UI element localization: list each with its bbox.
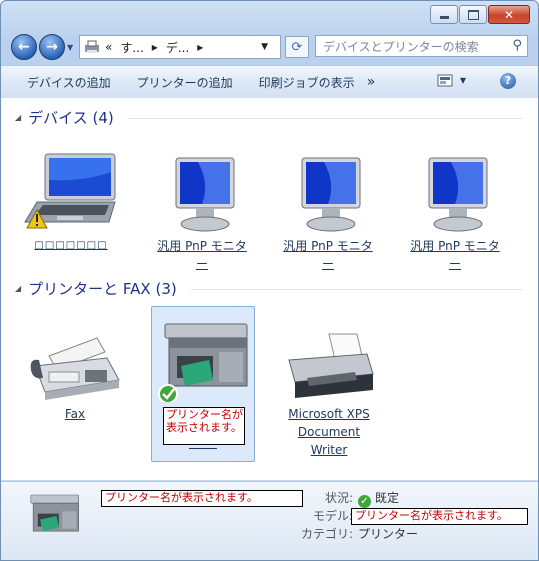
minimize-icon [439, 16, 449, 19]
printer-label-line3: Writer [310, 443, 348, 457]
device-label-line2: ー [448, 257, 461, 271]
multifunction-printer-icon [158, 323, 248, 404]
recent-pages-dropdown[interactable]: ▼ [67, 43, 73, 52]
details-pane: プリンター名が表示されます。 状況: ✓ 既定 モデル: プリンター名が表示されま… [1, 481, 538, 560]
printer-label: Microsoft XPS Document Writer [279, 405, 379, 459]
help-icon: ? [504, 74, 512, 87]
command-bar: デバイスの追加 プリンターの追加 印刷ジョブの表示 » ▾ ? [1, 65, 538, 99]
breadcrumb-part-1[interactable]: す... [120, 39, 143, 56]
device-item-monitor-3[interactable]: 汎用 PnP モニター [405, 156, 505, 273]
label-underline [189, 448, 217, 449]
devices-and-printers-window: ✕ ← → ▼ « す... ▸ デ... ▸ ▼ ⟳ デバイスとプリンターの検… [0, 0, 539, 561]
monitor-icon [428, 157, 488, 232]
collapse-triangle-icon[interactable]: ◢ [15, 284, 21, 293]
minimize-button[interactable] [430, 5, 458, 24]
printer-item-fax[interactable]: Fax [25, 330, 125, 423]
close-icon: ✕ [503, 7, 515, 22]
printer-name-placeholder: プリンター名が 表示されます。 [163, 407, 245, 445]
device-item-monitor-2[interactable]: 汎用 PnP モニター [278, 156, 378, 273]
device-item-monitor-1[interactable]: 汎用 PnP モニター [152, 156, 252, 273]
forward-button[interactable]: → [39, 34, 65, 60]
maximize-icon [467, 9, 479, 20]
device-label-line1: 汎用 PnP モニタ [283, 239, 373, 253]
view-dropdown-icon[interactable]: ▾ [460, 73, 466, 87]
fax-icon [30, 337, 120, 400]
device-label: 汎用 PnP モニター [405, 237, 505, 273]
add-printer-button[interactable]: プリンターの追加 [123, 74, 245, 91]
change-view-button[interactable] [437, 74, 453, 91]
address-bar[interactable]: « す... ▸ デ... ▸ ▼ [79, 35, 281, 59]
printer-label-line1: プリンター名が [166, 408, 243, 421]
status-label: 状況: [324, 491, 353, 505]
items-view: ◢ デバイス (4) □□□□□□□ 汎用 PnP モニタ ー 汎用 PnP モ… [1, 98, 538, 480]
model-value: プリンター名が表示されます。 [351, 508, 528, 525]
refresh-icon: ⟳ [291, 39, 303, 55]
printer-item-xps[interactable]: Microsoft XPS Document Writer [279, 330, 379, 459]
device-label-line2: ー [321, 257, 334, 271]
printer-label-line1: Microsoft XPS [288, 407, 370, 421]
search-placeholder: デバイスとプリンターの検索 [323, 39, 479, 54]
device-label: 汎用 PnP モニター [278, 237, 378, 273]
view-icon [437, 74, 453, 87]
status-value: ✓ 既定 [358, 489, 399, 508]
check-icon: ✓ [358, 495, 371, 508]
printers-group-title: プリンターと FAX (3) [28, 280, 177, 298]
devices-group-title: デバイス (4) [28, 109, 114, 127]
printers-group-header[interactable]: ◢ プリンターと FAX (3) [15, 278, 177, 299]
breadcrumb-part-2[interactable]: デ... [166, 39, 189, 56]
device-label-line2: ー [195, 257, 208, 271]
navigation-bar: ← → ▼ « す... ▸ デ... ▸ ▼ ⟳ デバイスとプリンターの検索 … [1, 32, 538, 62]
caption-buttons: ✕ [430, 5, 530, 24]
refresh-button[interactable]: ⟳ [285, 36, 309, 58]
device-label-line1: 汎用 PnP モニタ [157, 239, 247, 253]
breadcrumb-chevron-icon[interactable]: ▸ [197, 40, 203, 54]
address-overflow[interactable]: « [105, 40, 112, 54]
forward-arrow-icon: → [46, 39, 58, 55]
category-value: プリンター [358, 527, 419, 541]
close-button[interactable]: ✕ [488, 5, 530, 24]
see-print-jobs-button[interactable]: 印刷ジョブの表示 [245, 74, 367, 91]
address-dropdown-icon[interactable]: ▼ [261, 42, 268, 52]
laptop-icon [24, 153, 116, 229]
back-button[interactable]: ← [11, 34, 37, 60]
add-device-button[interactable]: デバイスの追加 [13, 74, 123, 91]
multifunction-printer-icon [30, 494, 79, 532]
printer-item-default[interactable]: プリンター名が 表示されます。 [153, 318, 253, 449]
device-item-laptop[interactable]: □□□□□□□ [21, 152, 121, 255]
monitor-icon [175, 157, 235, 232]
group-divider [191, 289, 523, 290]
model-label: モデル: [312, 509, 353, 523]
printer-label-line2: Document [297, 425, 361, 439]
printer-folder-icon [85, 40, 99, 53]
printer-label-line2: 表示されます。 [166, 421, 242, 434]
category-label: カテゴリ: [300, 527, 353, 541]
device-label: □□□□□□□ [34, 240, 108, 251]
printer-icon [288, 333, 374, 398]
device-label-line1: 汎用 PnP モニタ [410, 239, 500, 253]
search-icon: ⚲ [512, 38, 522, 53]
printer-label: Fax [64, 407, 86, 421]
status-text: 既定 [375, 491, 400, 505]
device-label: 汎用 PnP モニター [152, 237, 252, 273]
back-arrow-icon: ← [18, 39, 30, 55]
monitor-icon [301, 157, 361, 232]
help-button[interactable]: ? [500, 73, 516, 89]
breadcrumb-chevron-icon[interactable]: ▸ [152, 40, 158, 54]
collapse-triangle-icon[interactable]: ◢ [15, 113, 21, 122]
devices-group-header[interactable]: ◢ デバイス (4) [15, 107, 114, 128]
group-divider [127, 118, 523, 119]
search-input[interactable]: デバイスとプリンターの検索 ⚲ [315, 35, 528, 57]
more-commands-button[interactable]: » [367, 74, 376, 90]
maximize-button[interactable] [459, 5, 487, 24]
